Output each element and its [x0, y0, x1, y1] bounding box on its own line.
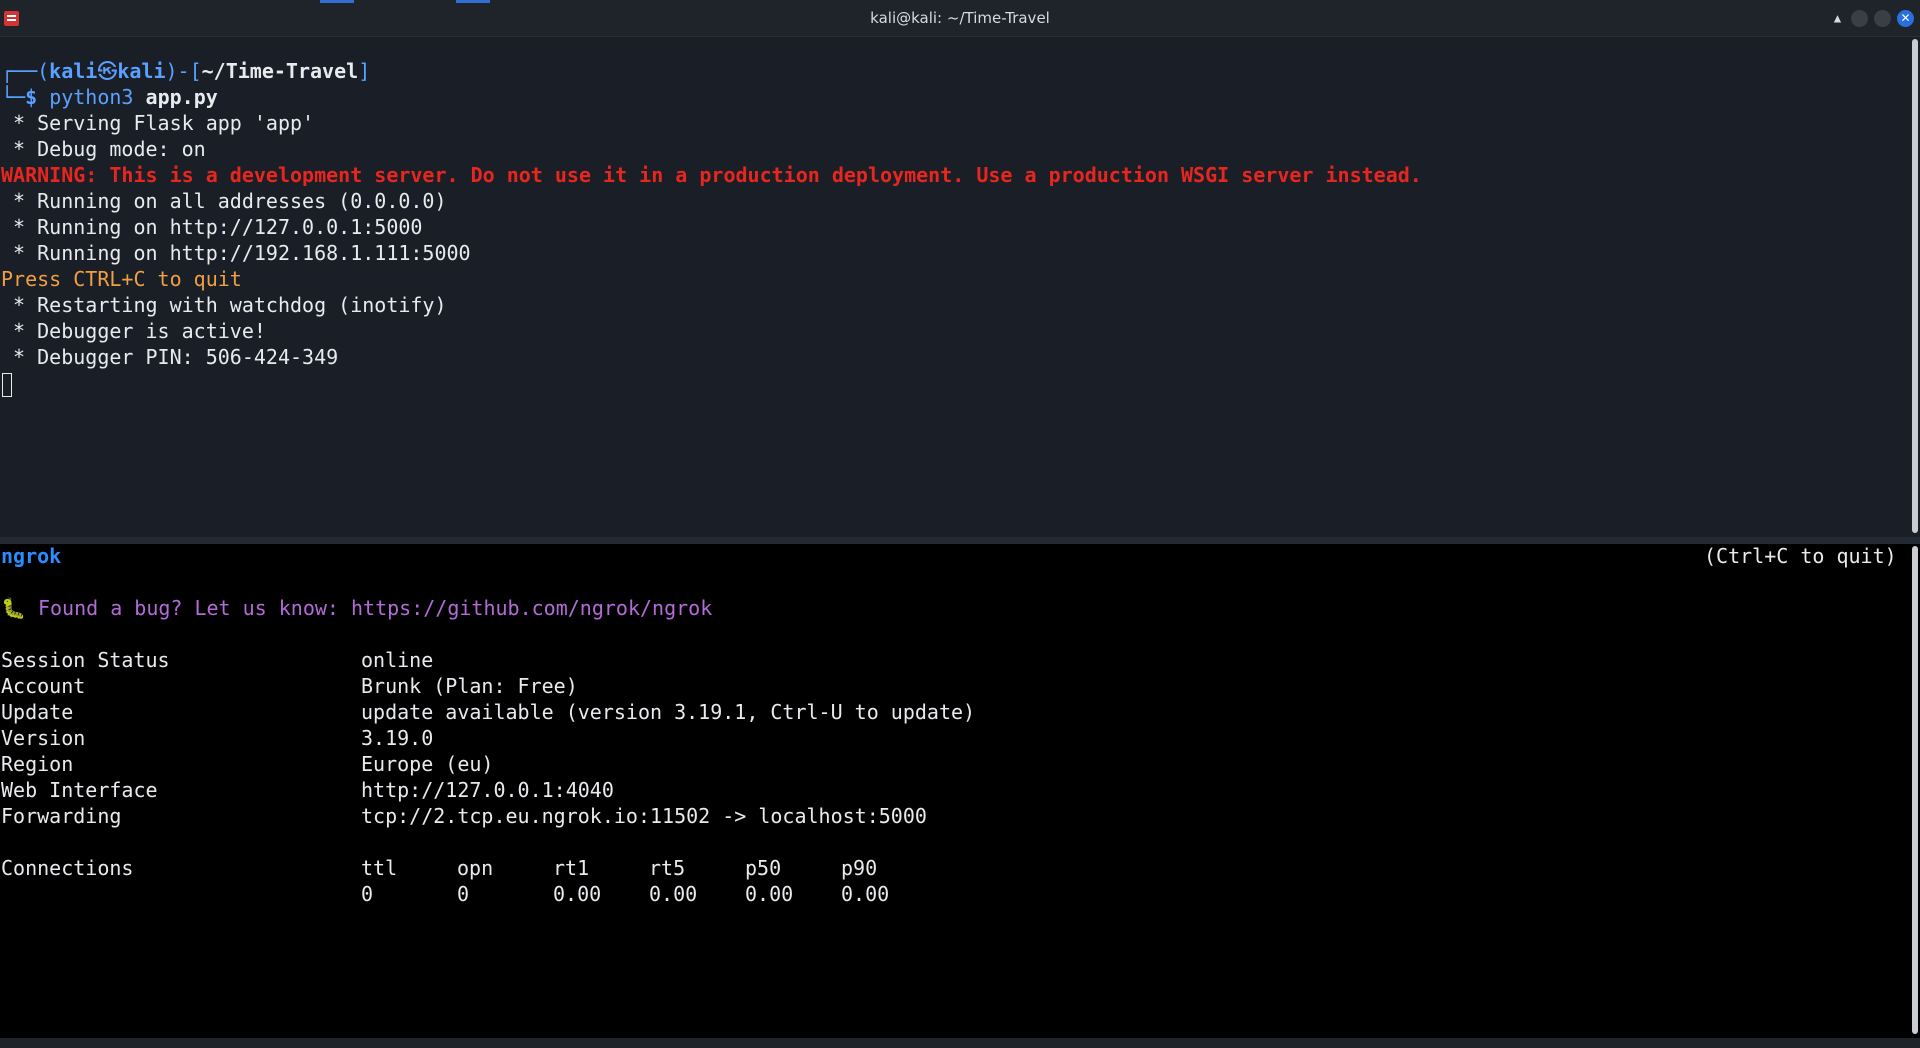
conn-value: 0.00	[841, 882, 890, 906]
output-line: * Debug mode: on	[1, 137, 206, 161]
top-scrollbar[interactable]	[1910, 37, 1920, 537]
output-line: * Debugger is active!	[1, 319, 266, 343]
output-line: * Running on http://192.168.1.111:5000	[1, 241, 471, 265]
row-value: online	[361, 648, 434, 672]
conn-header: opn	[457, 856, 494, 880]
connections-label: Connections	[1, 856, 134, 880]
warning-line: WARNING: This is a development server. D…	[1, 163, 1422, 187]
flask-terminal-pane[interactable]: ┌──(kali㉿kali)-[~/Time-Travel] └─$ pytho…	[0, 37, 1910, 537]
conn-value: 0.00	[553, 882, 602, 906]
row-value: update available (version 3.19.1, Ctrl-U…	[361, 700, 976, 724]
row-value: Europe (eu)	[361, 752, 494, 776]
output-line: * Running on http://127.0.0.1:5000	[1, 215, 423, 239]
conn-value: 0	[457, 882, 470, 906]
tab-indicator	[456, 0, 490, 3]
row-value: Brunk (Plan: Free)	[361, 674, 578, 698]
output-line: * Running on all addresses (0.0.0.0)	[1, 189, 447, 213]
conn-header: rt5	[649, 856, 686, 880]
output-line: * Debugger PIN: 506-424-349	[1, 345, 339, 369]
conn-header: p50	[745, 856, 782, 880]
conn-value: 0	[361, 882, 374, 906]
conn-value: 0.00	[649, 882, 698, 906]
output-line: * Serving Flask app 'app'	[1, 111, 315, 135]
row-label: Forwarding	[1, 804, 122, 828]
terminal-cursor	[2, 373, 12, 397]
row-label: Web Interface	[1, 778, 158, 802]
bottom-scrollbar-thumb[interactable]	[1912, 546, 1918, 1034]
ngrok-terminal-pane[interactable]: ngrok (Ctrl+C to quit) 🐛 Found a bug? Le…	[0, 544, 1910, 1038]
row-label: Region	[1, 752, 74, 776]
bottom-scrollbar[interactable]	[1910, 544, 1920, 1038]
prompt-line-2: └─$ python3 app.py	[1, 85, 218, 109]
window-title: kali@kali: ~/Time-Travel	[870, 9, 1050, 27]
row-label: Session Status	[1, 648, 170, 672]
output-line: * Restarting with watchdog (inotify)	[1, 293, 447, 317]
window-bottom-edge	[0, 1038, 1920, 1048]
quit-hint-line: Press CTRL+C to quit	[1, 267, 242, 291]
window-titlebar: kali@kali: ~/Time-Travel ▲ ✕	[0, 0, 1920, 37]
row-value: tcp://2.tcp.eu.ngrok.io:11502 -> localho…	[361, 804, 927, 828]
keep-above-icon[interactable]: ▲	[1829, 10, 1846, 27]
close-button[interactable]: ✕	[1897, 10, 1914, 27]
conn-header: p90	[841, 856, 878, 880]
row-value: 3.19.0	[361, 726, 434, 750]
ngrok-quit-hint: (Ctrl+C to quit)	[1704, 544, 1897, 568]
ngrok-title: ngrok	[1, 544, 62, 568]
ngrok-bug-line: 🐛 Found a bug? Let us know: https://gith…	[1, 596, 713, 620]
conn-header: ttl	[361, 856, 398, 880]
row-value: http://127.0.0.1:4040	[361, 778, 614, 802]
maximize-button[interactable]	[1874, 10, 1891, 27]
row-label: Update	[1, 700, 74, 724]
prompt-line-1: ┌──(kali㉿kali)-[~/Time-Travel]	[1, 59, 371, 83]
minimize-button[interactable]	[1851, 10, 1868, 27]
tab-indicator	[320, 0, 354, 3]
pane-splitter[interactable]	[0, 537, 1920, 544]
conn-value: 0.00	[745, 882, 794, 906]
row-label: Version	[1, 726, 86, 750]
top-scrollbar-thumb[interactable]	[1912, 39, 1918, 533]
conn-header: rt1	[553, 856, 590, 880]
row-label: Account	[1, 674, 86, 698]
